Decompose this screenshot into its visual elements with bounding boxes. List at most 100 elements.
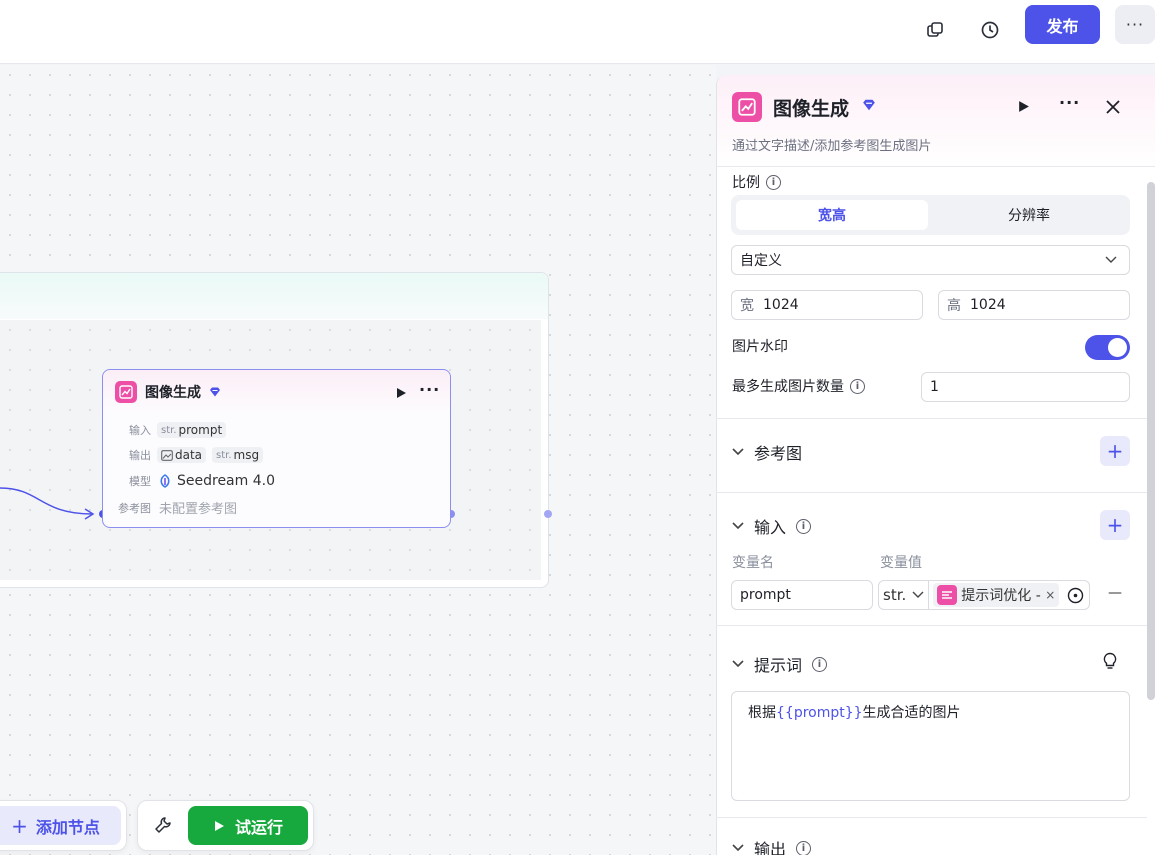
prompt-section-header[interactable]: 提示词 i — [732, 652, 828, 676]
info-icon[interactable]: i — [850, 378, 865, 394]
node-more-icon[interactable]: ··· — [419, 380, 440, 399]
top-bar: 发布 ··· — [0, 0, 1155, 64]
input-section-header[interactable]: 输入 i — [732, 514, 812, 538]
wrench-icon[interactable] — [148, 810, 178, 840]
ref-section-header[interactable]: 参考图 — [732, 440, 802, 464]
info-icon[interactable]: i — [796, 840, 812, 855]
var-type-select[interactable]: str. — [883, 586, 906, 604]
copy-icon[interactable] — [919, 14, 951, 46]
chevron-down-icon — [732, 657, 744, 671]
node-model-row: 模型 Seedream 4.0 — [103, 473, 275, 489]
max-count-label-row: 最多生成图片数量 i — [732, 376, 865, 396]
width-prefix: 宽 — [740, 298, 754, 314]
var-reference-label: 提示词优化 - — [961, 588, 1041, 604]
section-divider — [716, 492, 1147, 493]
panel-description: 通过文字描述/添加参考图生成图片 — [732, 139, 932, 154]
toggle-knob — [1108, 338, 1127, 357]
ref-section-title: 参考图 — [754, 444, 803, 463]
var-name-input[interactable]: prompt — [731, 580, 873, 610]
ratio-label-row: 比例 i — [732, 172, 781, 192]
image-type-icon — [161, 449, 173, 461]
add-node-label: 添加节点 — [35, 817, 100, 837]
seedream-logo-icon — [160, 474, 170, 488]
ratio-preset-value: 自定义 — [740, 253, 782, 269]
panel-title: 图像生成 — [773, 98, 850, 120]
ratio-segmented-control: 宽高 分辨率 — [731, 195, 1130, 235]
run-node-icon[interactable] — [395, 387, 407, 399]
node-input-row: 输入 str. prompt — [103, 422, 227, 438]
panel-more-icon[interactable]: ··· — [1059, 93, 1080, 112]
node-ref-row: 参考图 未配置参考图 — [103, 498, 238, 518]
section-divider — [716, 418, 1147, 419]
height-value: 1024 — [970, 297, 1006, 313]
publish-button[interactable]: 发布 — [1025, 5, 1100, 44]
width-input[interactable]: 宽 1024 — [731, 290, 923, 320]
connection-line — [0, 487, 95, 520]
ratio-preset-select[interactable]: 自定义 — [731, 245, 1130, 275]
tab-resolution[interactable]: 分辨率 — [933, 200, 1125, 230]
var-value-header: 变量值 — [880, 555, 922, 571]
max-count-value: 1 — [930, 379, 939, 395]
image-generation-node[interactable]: 图像生成 ··· 输入 str. prompt 输出 data str. msg 模… — [102, 369, 451, 528]
output-label: 输出 — [129, 449, 151, 462]
info-icon[interactable]: i — [812, 656, 828, 672]
run-node-icon[interactable] — [1017, 100, 1030, 113]
panel-scrollbar[interactable] — [1147, 182, 1155, 700]
max-count-input[interactable]: 1 — [921, 372, 1130, 402]
add-input-button[interactable]: + — [1100, 510, 1130, 540]
group-output-port[interactable] — [544, 510, 552, 518]
info-icon[interactable]: i — [766, 174, 781, 190]
node-header: 图像生成 ··· — [103, 370, 450, 414]
prompt-text-before: 根据 — [748, 705, 776, 721]
model-label: 模型 — [129, 475, 151, 488]
width-value: 1024 — [763, 297, 799, 313]
var-name-header: 变量名 — [732, 555, 774, 571]
add-node-button[interactable]: + 添加节点 — [0, 806, 121, 845]
prompt-optimize-icon — [937, 585, 958, 605]
premium-diamond-icon — [863, 99, 875, 111]
watermark-toggle[interactable] — [1085, 335, 1130, 360]
max-count-label: 最多生成图片数量 — [732, 379, 844, 395]
trial-run-label: 试运行 — [234, 817, 283, 837]
node-title: 图像生成 — [145, 385, 201, 401]
image-generation-icon — [115, 381, 137, 403]
section-divider — [716, 817, 1147, 818]
output-var-chip: data — [157, 447, 207, 463]
plus-icon: + — [11, 813, 28, 838]
more-menu-button[interactable]: ··· — [1115, 5, 1155, 44]
output-section-header[interactable]: 输出 i — [732, 836, 812, 855]
ratio-label: 比例 — [732, 175, 760, 191]
chevron-down-icon — [1105, 256, 1117, 263]
add-reference-button[interactable]: + — [1100, 436, 1130, 466]
var-value-field[interactable]: str. 提示词优化 - × — [878, 580, 1090, 610]
output-var-chip: str. msg — [212, 447, 264, 463]
chevron-down-icon — [732, 841, 744, 855]
trial-run-button[interactable]: 试运行 — [188, 806, 308, 845]
watermark-label: 图片水印 — [732, 339, 788, 355]
prompt-textarea[interactable]: 根据{{prompt}}生成合适的图片 — [731, 691, 1130, 801]
tab-width-height[interactable]: 宽高 — [736, 200, 928, 230]
panel-header: 图像生成 ··· 通过文字描述/添加参考图生成图片 — [717, 75, 1155, 167]
input-label: 输入 — [129, 424, 151, 437]
history-icon[interactable] — [974, 14, 1006, 46]
premium-diamond-icon — [210, 387, 220, 397]
height-input[interactable]: 高 1024 — [938, 290, 1130, 320]
remove-input-button[interactable]: — — [1108, 585, 1122, 601]
play-icon — [214, 820, 224, 831]
lightbulb-icon[interactable] — [1102, 652, 1118, 670]
input-section-title: 输入 — [754, 518, 787, 537]
ref-label: 参考图 — [118, 501, 151, 515]
close-icon[interactable] — [1105, 99, 1121, 115]
input-var-chip: str. prompt — [157, 422, 227, 438]
image-generation-icon — [732, 92, 762, 122]
chevron-down-icon — [732, 519, 744, 533]
variable-picker-icon[interactable] — [1067, 587, 1084, 604]
height-prefix: 高 — [947, 298, 961, 314]
remove-reference-icon[interactable]: × — [1045, 588, 1055, 602]
output-section-title: 输出 — [754, 840, 787, 855]
prompt-variable: {{prompt}} — [776, 705, 863, 721]
prompt-section-title: 提示词 — [754, 656, 803, 675]
ref-value: 未配置参考图 — [159, 502, 238, 517]
prompt-text-after: 生成合适的图片 — [862, 705, 961, 721]
info-icon[interactable]: i — [796, 518, 812, 534]
